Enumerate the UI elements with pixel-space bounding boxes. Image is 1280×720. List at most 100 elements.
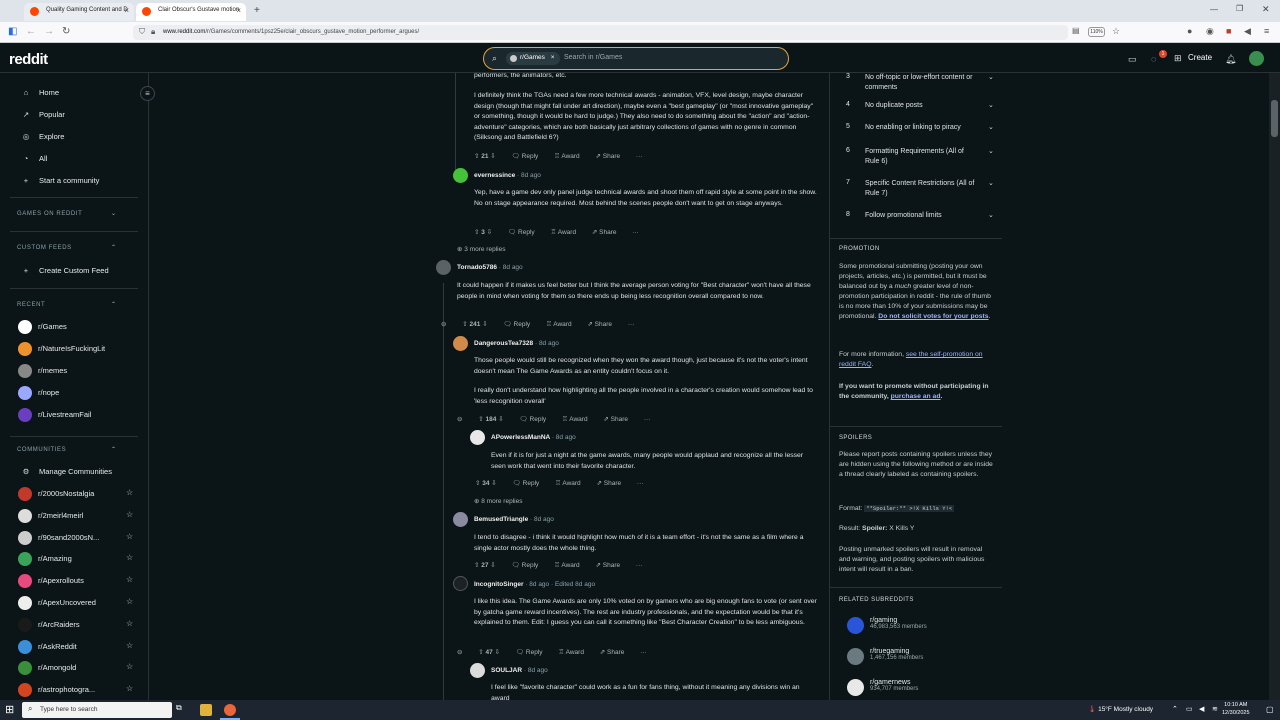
favorite-star-icon[interactable]: ☆ [126,532,133,541]
reader-view-icon[interactable]: ▤ [1072,26,1080,35]
chip-close-icon[interactable]: × [551,54,555,61]
reply-button[interactable]: 🗨︎ Reply [503,321,530,328]
overflow-menu-icon[interactable]: ··· [640,649,647,656]
reload-icon[interactable]: ↻ [62,26,70,37]
create-plus-icon[interactable]: ⊞ [1174,53,1185,63]
communities-section-header[interactable]: COMMUNITIES ⌃ [17,447,116,453]
search-bar[interactable]: ⌕ r/Games × Search in r/Games [483,47,789,70]
recent-section-header[interactable]: RECENT ⌃ [17,302,116,308]
community-item[interactable]: r/AskReddit ☆ [18,639,143,654]
overflow-menu-icon[interactable]: ··· [636,562,643,569]
collapse-thread-icon[interactable]: ⊖ [457,649,462,656]
recent-item[interactable]: r/Games [18,320,67,334]
lock-icon[interactable]: 🔒︎ [151,27,155,37]
recent-item[interactable]: r/memes [18,364,67,378]
promo-link[interactable]: Do not solicit votes for your posts [878,313,988,320]
windows-start-icon[interactable]: ⊞ [5,703,14,716]
author-name[interactable]: APowerlessManNA [491,434,550,441]
more-replies-link[interactable]: ⊕ 8 more replies [474,497,522,505]
overflow-menu-icon[interactable]: ··· [636,153,643,160]
community-item[interactable]: r/astrophotogra... ☆ [18,683,143,698]
author-name[interactable]: evernessince [474,172,515,179]
new-tab-icon[interactable]: + [254,5,260,16]
reply-button[interactable]: 🗨︎ Reply [508,229,535,236]
author-name[interactable]: SOULJAR [491,667,522,674]
community-item[interactable]: r/Amazing ☆ [18,552,143,567]
page-scrollbar[interactable] [1269,73,1280,700]
back-icon[interactable]: ← [26,26,36,37]
award-button[interactable]: ♖ Award [554,562,580,569]
ublock-icon[interactable]: ■ [1226,26,1231,36]
comment-author[interactable]: DangerousTea7328 · 8d ago [474,340,559,347]
rule-item[interactable]: 6 Formatting Requirements (All of Rule 6)… [838,147,994,165]
tray-chevron-icon[interactable]: ⌃ [1172,705,1178,713]
speaker-icon[interactable]: ◀ [1244,26,1251,37]
rule-item[interactable]: 8 Follow promotional limits ⌄ [838,211,994,219]
award-button[interactable]: ♖ Award [558,649,584,656]
account-icon[interactable]: ◉ [1206,26,1214,37]
comment-author[interactable]: Tornado5786 · 8d ago [457,264,523,271]
task-view-icon[interactable]: ⧉ [176,703,188,715]
avatar[interactable] [453,576,468,591]
community-item[interactable]: r/ApexUncovered ☆ [18,596,143,610]
vote-control[interactable]: ⇧ 21 ⇩ [474,153,496,160]
favorite-star-icon[interactable]: ☆ [126,641,133,650]
close-tab-icon[interactable]: × [124,6,129,15]
overflow-menu-icon[interactable]: ··· [628,321,635,328]
avatar[interactable] [470,663,485,678]
award-button[interactable]: ♖ Award [555,480,581,487]
favorite-star-icon[interactable]: ☆ [126,553,133,562]
search-input[interactable]: Search in r/Games [564,54,622,61]
taskbar-search[interactable]: ⌕ Type here to search [22,702,172,718]
vote-control[interactable]: ⇧ 241 ⇩ [462,321,487,328]
favorite-star-icon[interactable]: ☆ [126,575,133,584]
volume-icon[interactable]: ◀ [1199,705,1204,713]
comment-author[interactable]: BemusedTriangle · 8d ago [474,516,554,523]
comment-author[interactable]: evernessince · 8d ago [474,172,541,179]
recent-item[interactable]: r/LivestreamFail [18,408,91,422]
comment-author[interactable]: IncognitoSinger · 8d ago · Edited 8d ago [474,581,595,588]
avatar[interactable] [436,260,451,275]
share-button[interactable]: ⇗ Share [603,416,628,423]
community-item[interactable]: r/2meirl4meirl ☆ [18,508,143,523]
favorite-star-icon[interactable]: ☆ [126,684,133,693]
minimize-icon[interactable]: — [1210,5,1218,14]
community-item[interactable]: r/2000sNostalgia ☆ [18,487,143,501]
favorite-star-icon[interactable]: ☆ [126,510,133,519]
collapse-thread-icon[interactable]: ⊖ [457,416,462,423]
extension-icon[interactable]: ● [1187,26,1192,36]
browser-tab-1[interactable]: Quality Gaming Content and D × [24,3,134,21]
taskbar-clock[interactable]: 10:10 AM 12/30/2025 [1222,702,1250,717]
favorite-star-icon[interactable]: ☆ [126,662,133,671]
create-custom-feed[interactable]: + Create Custom Feed [20,266,109,275]
community-item[interactable]: r/Amongold ☆ [18,661,143,676]
share-button[interactable]: ⇗ Share [595,153,620,160]
share-button[interactable]: ⇗ Share [592,229,617,236]
avatar[interactable] [453,512,468,527]
file-explorer-icon[interactable] [200,704,212,716]
bookmark-star-icon[interactable]: ☆ [1112,26,1120,37]
browser-tab-2-active[interactable]: Clair Obscur's Gustave motion × [136,3,246,21]
notification-center-icon[interactable]: ▢ [1266,705,1274,714]
vote-control[interactable]: ⇧ 34 ⇩ [475,480,497,487]
share-button[interactable]: ⇗ Share [596,480,621,487]
author-name[interactable]: BemusedTriangle [474,516,528,523]
more-replies-link[interactable]: ⊕ 3 more replies [457,245,505,253]
nav-all[interactable]: ◔ All [20,154,48,163]
nav-start-community[interactable]: + Start a community [20,176,100,185]
custom-feeds-section-header[interactable]: CUSTOM FEEDS ⌃ [17,245,116,251]
rule-item[interactable]: 7 Specific Content Restrictions (All of R… [838,179,994,197]
forward-icon[interactable]: → [44,26,54,37]
community-item[interactable]: r/ArcRaiders ☆ [18,617,143,632]
avatar[interactable] [453,168,468,183]
overflow-menu-icon[interactable]: ··· [637,480,644,487]
games-section-header[interactable]: GAMES ON REDDIT ⌄ [17,211,116,217]
overflow-menu-icon[interactable]: ··· [632,229,639,236]
search-scope-chip[interactable]: r/Games × [506,52,560,65]
reply-button[interactable]: 🗨︎ Reply [512,562,539,569]
favorite-star-icon[interactable]: ☆ [126,488,133,497]
reddit-logo[interactable]: reddit [9,51,48,68]
wifi-icon[interactable]: ≋ [1212,705,1218,713]
purchase-ad-link[interactable]: purchase an ad [891,393,941,400]
overflow-menu-icon[interactable]: ··· [644,416,651,423]
